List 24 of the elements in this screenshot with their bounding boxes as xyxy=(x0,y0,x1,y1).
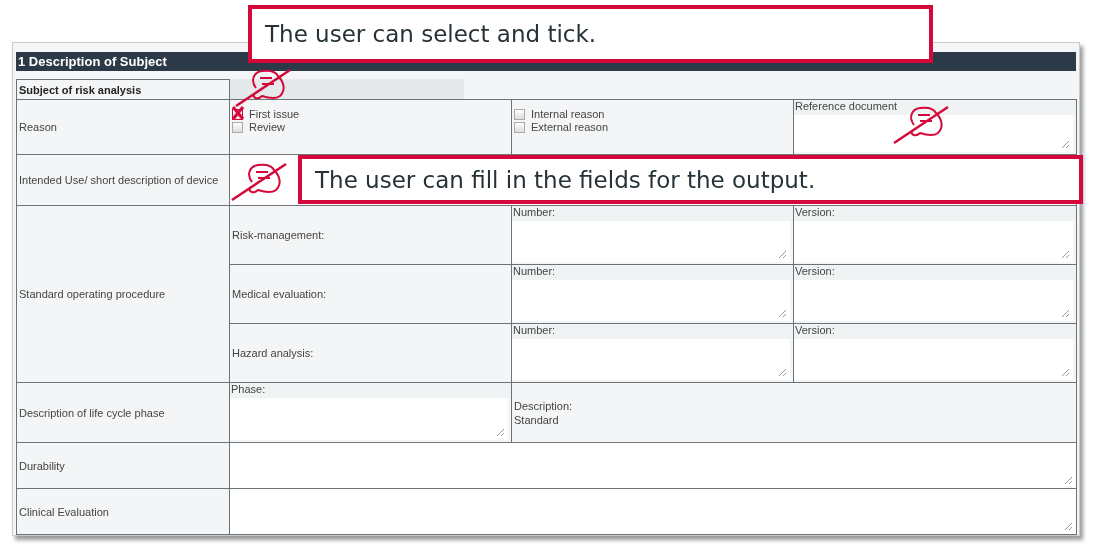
callout-box: The user can select and tick. xyxy=(248,5,933,63)
field-label: Hazard analysis: xyxy=(232,347,314,359)
field-label: Number: xyxy=(513,206,556,218)
callout-box: The user can fill in the fields for the output. xyxy=(298,155,1083,204)
field-label: Description: xyxy=(514,398,574,413)
field-label: Risk-management: xyxy=(232,229,325,241)
field-label: Number: xyxy=(513,265,556,277)
field-label: Version: xyxy=(795,265,835,277)
checkbox-label: First issue xyxy=(249,108,300,121)
field-label: Medical evaluation: xyxy=(232,288,327,300)
row-label: Intended Use/ short description of device xyxy=(17,155,230,206)
row-label: Description of life cycle phase xyxy=(17,383,230,443)
field-label: Version: xyxy=(795,324,835,336)
checkbox-label: Internal reason xyxy=(531,108,605,121)
row-label: Durability xyxy=(17,443,230,489)
field-label: Number: xyxy=(513,324,556,336)
checkbox-label: Review xyxy=(249,121,286,134)
checkbox-label: External reason xyxy=(531,121,609,134)
row-label: Clinical Evaluation xyxy=(17,489,230,535)
row-label: Subject of risk analysis xyxy=(17,79,230,100)
row-label: Reason xyxy=(17,100,230,155)
field-value: Standard xyxy=(514,412,560,427)
row-label: Standard operating procedure xyxy=(17,206,230,383)
field-label: Version: xyxy=(795,206,835,218)
